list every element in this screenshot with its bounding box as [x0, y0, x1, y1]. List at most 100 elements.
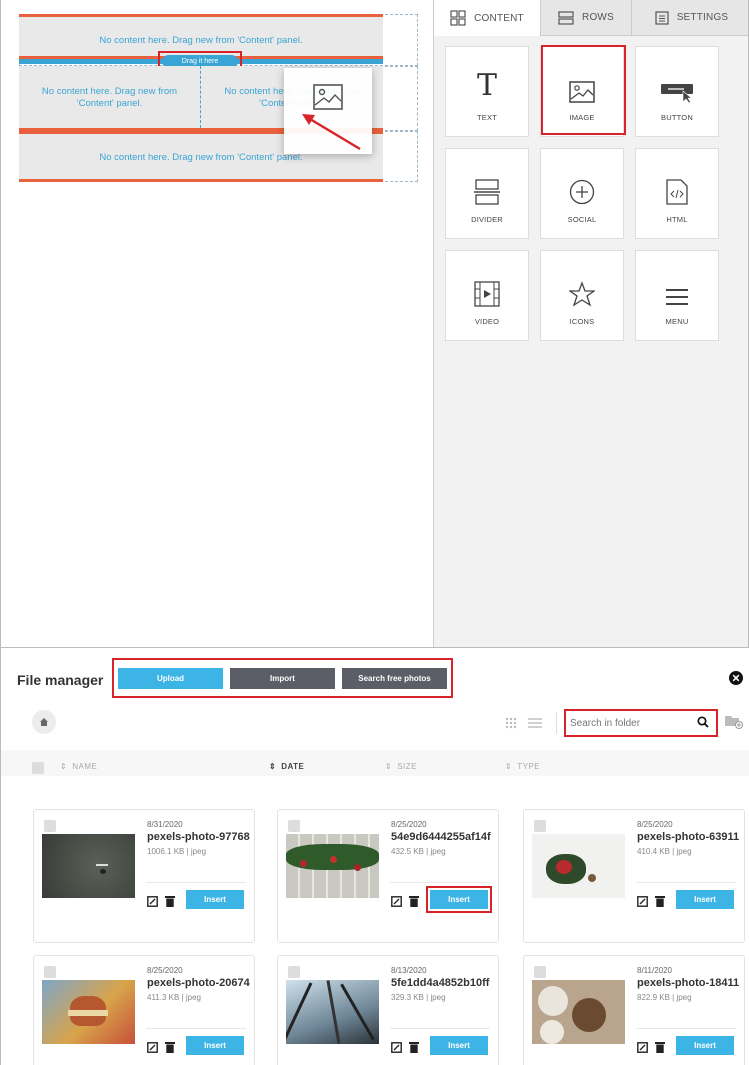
- file-thumbnail: [42, 834, 135, 898]
- card-actions: [147, 895, 175, 907]
- insert-button[interactable]: Insert: [676, 1036, 734, 1055]
- empty-placeholder: No content here. Drag new from 'Content'…: [99, 35, 303, 46]
- open-icon[interactable]: [147, 1041, 158, 1053]
- card-actions: [637, 1041, 665, 1053]
- column-name[interactable]: ⇕ NAME: [60, 762, 97, 771]
- divider-icon: [474, 179, 500, 205]
- block-label: BUTTON: [661, 113, 693, 122]
- editor-canvas: No content here. Drag new from 'Content'…: [1, 0, 433, 647]
- block-html[interactable]: HTML: [635, 148, 719, 239]
- email-editor: No content here. Drag new from 'Content'…: [0, 0, 749, 648]
- file-name: 54e9d6444255af14f: [391, 831, 491, 843]
- insert-button[interactable]: Insert: [676, 890, 734, 909]
- file-checkbox[interactable]: [288, 966, 300, 978]
- block-text[interactable]: T TEXT: [445, 46, 529, 137]
- file-size: 411.3 KB: [147, 993, 180, 1002]
- trash-icon[interactable]: [409, 895, 419, 907]
- content-panel: CONTENT ROWS SETTINGS T TEXT IMAGE BUTTO…: [433, 0, 748, 647]
- file-checkbox[interactable]: [44, 820, 56, 832]
- block-icons[interactable]: ICONS: [540, 250, 624, 341]
- sort-icon: ⇕: [269, 762, 277, 771]
- card-divider: [636, 1028, 736, 1029]
- card-divider: [390, 882, 490, 883]
- file-card[interactable]: 8/13/2020 5fe1dd4a4852b10ff 329.3 KB | j…: [277, 955, 499, 1065]
- file-checkbox[interactable]: [288, 820, 300, 832]
- column-type[interactable]: ⇕ TYPE: [505, 762, 540, 771]
- block-divider[interactable]: DIVIDER: [445, 148, 529, 239]
- block-social[interactable]: SOCIAL: [540, 148, 624, 239]
- trash-icon[interactable]: [165, 895, 175, 907]
- trash-icon[interactable]: [655, 1041, 665, 1053]
- file-thumbnail: [532, 834, 625, 898]
- file-checkbox[interactable]: [534, 820, 546, 832]
- tab-settings[interactable]: SETTINGS: [631, 0, 748, 36]
- file-card[interactable]: 8/25/2020 54e9d6444255af14f 432.5 KB | j…: [277, 809, 499, 943]
- file-name: pexels-photo-97768: [147, 831, 250, 843]
- insert-button[interactable]: Insert: [186, 1036, 244, 1055]
- file-card[interactable]: 8/31/2020 pexels-photo-97768 1006.1 KB |…: [33, 809, 255, 943]
- search-input[interactable]: [570, 713, 690, 733]
- open-icon[interactable]: [391, 895, 402, 907]
- card-divider: [146, 1028, 246, 1029]
- file-meta: 1006.1 KB | jpeg: [147, 847, 207, 856]
- block-video[interactable]: VIDEO: [445, 250, 529, 341]
- text-icon: T: [476, 68, 497, 103]
- image-block-highlight: [541, 45, 626, 135]
- file-type: jpeg: [430, 847, 446, 856]
- card-divider: [146, 882, 246, 883]
- new-folder-icon[interactable]: [725, 714, 743, 729]
- block-button[interactable]: BUTTON: [635, 46, 719, 137]
- open-icon[interactable]: [391, 1041, 402, 1053]
- search-icon[interactable]: [697, 716, 709, 728]
- tab-rows[interactable]: ROWS: [540, 0, 631, 36]
- file-date: 8/25/2020: [391, 820, 427, 829]
- open-icon[interactable]: [637, 895, 648, 907]
- close-icon[interactable]: [729, 671, 743, 685]
- block-label: ICONS: [569, 317, 595, 326]
- file-checkbox[interactable]: [44, 966, 56, 978]
- file-type: jpeg: [190, 847, 207, 856]
- file-card[interactable]: 8/25/2020 pexels-photo-20674 411.3 KB | …: [33, 955, 255, 1065]
- file-thumbnail: [42, 980, 135, 1044]
- home-button[interactable]: [32, 710, 56, 734]
- settings-icon: [655, 10, 669, 25]
- file-date: 8/13/2020: [391, 966, 427, 975]
- file-name: 5fe1dd4a4852b10ff: [391, 977, 490, 989]
- file-type: jpeg: [430, 993, 446, 1002]
- column-label: NAME: [72, 762, 98, 771]
- upload-button[interactable]: Upload: [118, 668, 223, 689]
- tab-content[interactable]: CONTENT: [434, 0, 540, 36]
- column-label: SIZE: [397, 762, 417, 771]
- list-view-icon[interactable]: [528, 717, 542, 729]
- open-icon[interactable]: [147, 895, 158, 907]
- trash-icon[interactable]: [655, 895, 665, 907]
- file-type: jpeg: [676, 847, 692, 856]
- block-menu[interactable]: MENU: [635, 250, 719, 341]
- column-size[interactable]: ⇕ SIZE: [385, 762, 417, 771]
- block-label: HTML: [666, 215, 688, 224]
- tab-label: CONTENT: [474, 12, 524, 24]
- sort-icon: ⇕: [505, 762, 513, 771]
- select-all-checkbox[interactable]: [32, 762, 44, 774]
- file-card[interactable]: 8/25/2020 pexels-photo-63911 410.4 KB | …: [523, 809, 745, 943]
- file-card[interactable]: 8/11/2020 pexels-photo-18411 822.9 KB | …: [523, 955, 745, 1065]
- column-left-placeholder[interactable]: No content here. Drag new from 'Content'…: [19, 66, 201, 128]
- trash-icon[interactable]: [409, 1041, 419, 1053]
- file-meta: 329.3 KB | jpeg: [391, 993, 446, 1002]
- search-free-photos-button[interactable]: Search free photos: [342, 668, 447, 689]
- import-button[interactable]: Import: [230, 668, 335, 689]
- file-thumbnail: [286, 834, 379, 898]
- file-meta: 411.3 KB | jpeg: [147, 993, 201, 1002]
- trash-icon[interactable]: [165, 1041, 175, 1053]
- tab-label: ROWS: [582, 12, 614, 23]
- insert-button[interactable]: Insert: [186, 890, 244, 909]
- block-label: SOCIAL: [567, 215, 597, 224]
- column-date[interactable]: ⇕ DATE: [269, 762, 304, 771]
- file-checkbox[interactable]: [534, 966, 546, 978]
- file-size: 1006.1 KB: [147, 847, 185, 856]
- tab-label: SETTINGS: [676, 12, 729, 23]
- open-icon[interactable]: [637, 1041, 648, 1053]
- grid-view-icon[interactable]: [505, 717, 517, 729]
- insert-button[interactable]: Insert: [430, 1036, 488, 1055]
- card-divider: [636, 882, 736, 883]
